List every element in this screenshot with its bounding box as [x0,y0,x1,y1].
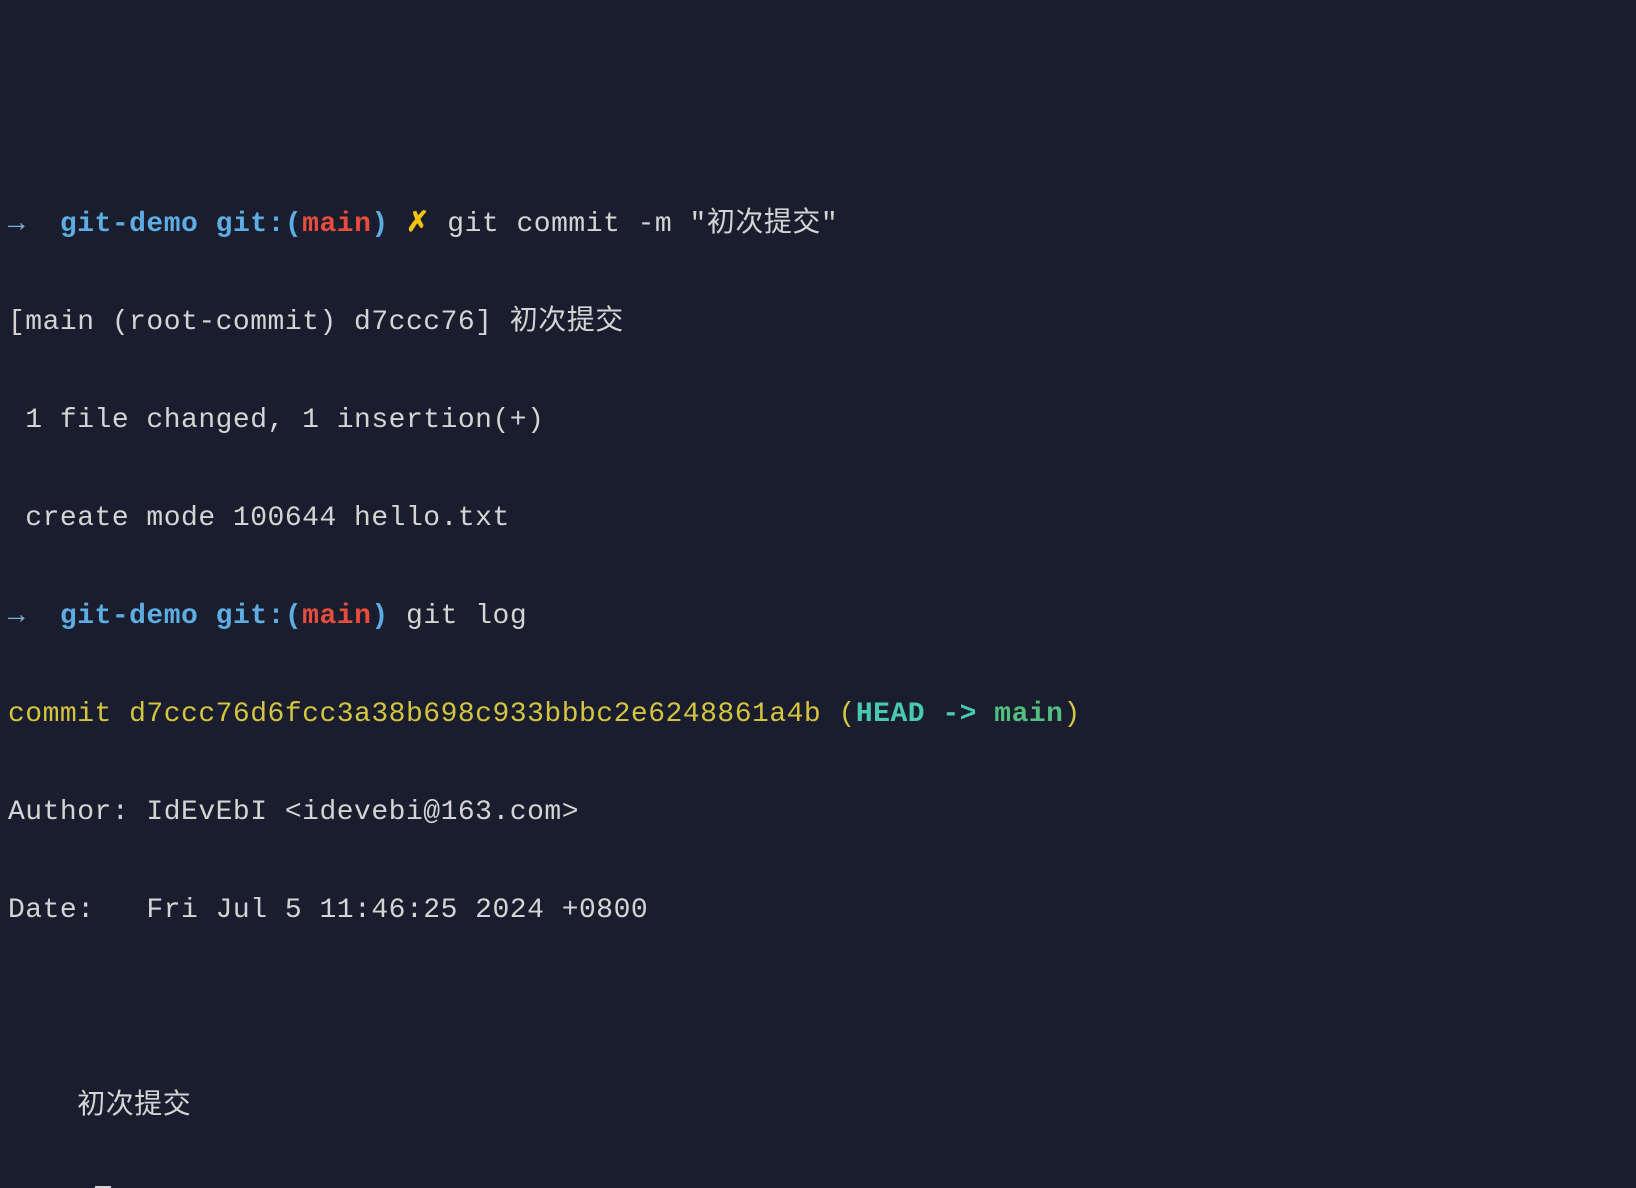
pager-end-line[interactable]: (END) [8,1180,1628,1188]
main-ref: main [994,699,1063,730]
ref-close-paren: ) [1063,699,1080,730]
git-close-paren: ) [371,209,388,240]
commit-output-line-2: 1 file changed, 1 insertion(+) [8,396,1628,445]
command-text: git log [406,601,527,632]
log-message-line: 初次提交 [8,1082,1628,1131]
prompt-dir: git-demo [60,209,198,240]
prompt-arrow: → [8,209,25,240]
commit-output-line-3: create mode 100644 hello.txt [8,494,1628,543]
commit-hash: commit d7ccc76d6fcc3a38b698c933bbbc2e624… [8,699,839,730]
log-author-line: Author: IdEvEbI <idevebi@163.com> [8,788,1628,837]
prompt-arrow: → [8,601,25,632]
prompt-dir: git-demo [60,601,198,632]
ref-open-paren: ( [839,699,856,730]
git-label: git:( [216,601,303,632]
cursor [95,1186,112,1188]
git-dirty-icon: ✗ [406,209,430,240]
command-text: git commit -m "初次提交" [447,209,838,240]
git-branch: main [302,601,371,632]
log-date-line: Date: Fri Jul 5 11:46:25 2024 +0800 [8,886,1628,935]
log-commit-line: commit d7ccc76d6fcc3a38b698c933bbbc2e624… [8,690,1628,739]
commit-output-line-1: [main (root-commit) d7ccc76] 初次提交 [8,298,1628,347]
prompt-line-1[interactable]: → git-demo git:(main) ✗ git commit -m "初… [8,200,1628,249]
prompt-line-2[interactable]: → git-demo git:(main) git log [8,592,1628,641]
log-blank-line [8,984,1628,1033]
git-close-paren: ) [371,601,388,632]
git-branch: main [302,209,371,240]
git-label: git:( [216,209,303,240]
head-ref: HEAD -> [856,699,994,730]
